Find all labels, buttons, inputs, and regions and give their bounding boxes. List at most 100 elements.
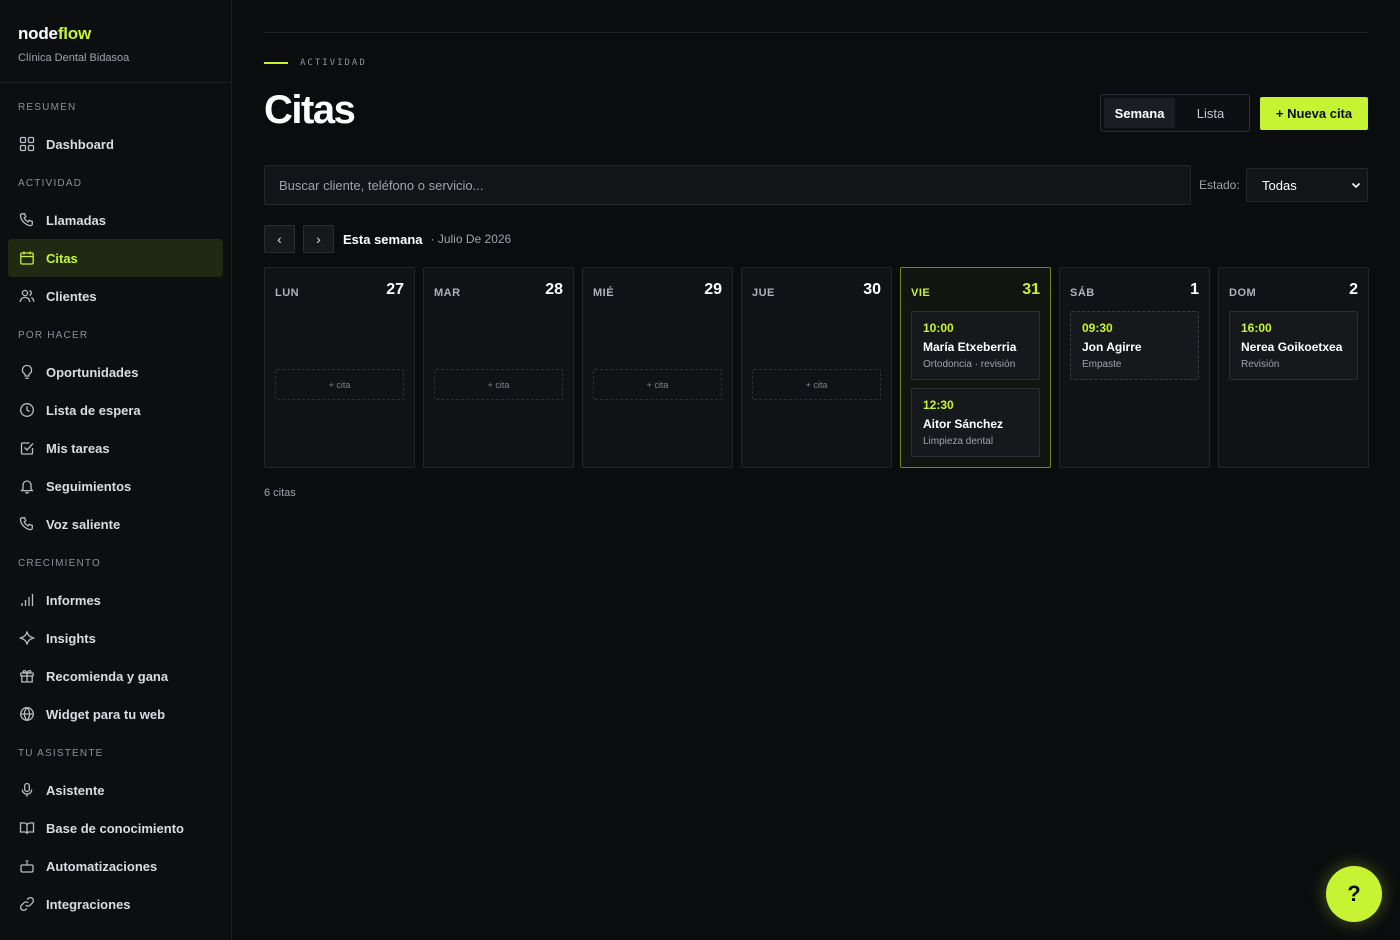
add-appointment-slot[interactable]: + cita <box>593 369 722 400</box>
day-column: SÁB 1 09:30 Jon Agirre Empaste <box>1059 267 1210 468</box>
week-label: Esta semana <box>343 231 423 247</box>
sidebar-item-label: Lista de espera <box>46 402 141 418</box>
add-appointment-slot[interactable]: + cita <box>434 369 563 400</box>
day-of-week: LUN <box>275 287 300 299</box>
gift-icon <box>18 667 36 685</box>
sidebar-item-informes[interactable]: Informes <box>8 581 223 619</box>
view-toggle: Semana Lista <box>1100 94 1250 132</box>
eyebrow: ACTIVIDAD <box>264 58 367 68</box>
sidebar-item-llamadas[interactable]: Llamadas <box>8 201 223 239</box>
sidebar-item-voz-saliente[interactable]: Voz saliente <box>8 505 223 543</box>
sidebar-item-asistente[interactable]: Asistente <box>8 771 223 809</box>
view-list-button[interactable]: Lista <box>1175 98 1246 128</box>
appointment-card[interactable]: 09:30 Jon Agirre Empaste <box>1070 311 1199 380</box>
nav-group: CRECIMIENTO Informes Insights Recomienda y … <box>0 557 231 733</box>
sidebar-item-label: Oportunidades <box>46 364 139 380</box>
appointment-client: Aitor Sánchez <box>923 417 1004 431</box>
brand-name-part2: flow <box>57 24 92 43</box>
sidebar-item-mis-tareas[interactable]: Mis tareas <box>8 429 223 467</box>
book-icon <box>18 819 36 837</box>
appointment-card[interactable]: 10:00 María Etxeberria Ortodoncia · revisi… <box>911 311 1040 380</box>
appointment-card[interactable]: 12:30 Aitor Sánchez Limpieza dental <box>911 388 1040 457</box>
day-number: 2 <box>1349 281 1358 298</box>
week-month: · Julio De 2026 <box>430 232 512 246</box>
eyebrow-text: ACTIVIDAD <box>300 58 367 68</box>
nav-group: ACTIVIDAD Llamadas Citas Clientes <box>0 177 231 315</box>
sidebar-item-label: Recomienda y gana <box>46 668 169 684</box>
day-column: MIÉ 29 + cita <box>582 267 733 468</box>
phone-icon <box>18 211 36 229</box>
sidebar-item-oportunidades[interactable]: Oportunidades <box>8 353 223 391</box>
appointment-time: 16:00 <box>1241 321 1272 335</box>
day-of-week: VIE <box>911 287 931 299</box>
nav-group: TU ASISTENTE Asistente Base de conocimient… <box>0 747 231 923</box>
link-icon <box>18 895 36 913</box>
search-input[interactable] <box>264 165 1191 205</box>
day-column: JUE 30 + cita <box>741 267 892 468</box>
nav-section-title: RESUMEN <box>18 102 77 113</box>
add-appointment-slot[interactable]: + cita <box>275 369 404 400</box>
view-week-button[interactable]: Semana <box>1104 98 1175 128</box>
brand-logo[interactable]: nodeflow <box>18 24 213 44</box>
prev-week-button[interactable]: ‹ <box>264 225 295 253</box>
add-appointment-slot[interactable]: + cita <box>752 369 881 400</box>
day-column: MAR 28 + cita <box>423 267 574 468</box>
help-button[interactable]: ? <box>1326 866 1382 922</box>
appointment-time: 09:30 <box>1082 321 1113 335</box>
day-number: 29 <box>704 281 722 298</box>
sidebar-item-label: Integraciones <box>46 896 131 912</box>
sidebar-item-insights[interactable]: Insights <box>8 619 223 657</box>
nav-section-title: ACTIVIDAD <box>18 178 83 189</box>
day-number: 30 <box>863 281 881 298</box>
estado-label: Estado: <box>1199 178 1240 192</box>
appointment-client: Jon Agirre <box>1082 340 1142 354</box>
sidebar-nav: RESUMEN Dashboard ACTIVIDAD Llamadas Citas Cl… <box>0 83 231 923</box>
day-number: 31 <box>1022 281 1040 298</box>
sidebar-item-widget-para-tu-web[interactable]: Widget para tu web <box>8 695 223 733</box>
sidebar-item-seguimientos[interactable]: Seguimientos <box>8 467 223 505</box>
appointment-time: 10:00 <box>923 321 954 335</box>
sparkle-icon <box>18 629 36 647</box>
day-column: DOM 2 16:00 Nerea Goikoetxea Revisión <box>1218 267 1369 468</box>
main-content: ACTIVIDAD Citas Semana Lista + Nueva cit… <box>264 0 1369 940</box>
sidebar-item-dashboard[interactable]: Dashboard <box>8 125 223 163</box>
sidebar-item-label: Clientes <box>46 288 97 304</box>
sidebar-item-label: Insights <box>46 630 96 646</box>
sidebar-item-label: Seguimientos <box>46 478 132 494</box>
next-week-button[interactable]: › <box>303 225 334 253</box>
day-of-week: MAR <box>434 287 461 299</box>
sidebar-item-lista-de-espera[interactable]: Lista de espera <box>8 391 223 429</box>
brand: nodeflow Clínica Dental Bidasoa <box>0 0 231 83</box>
sidebar-item-label: Llamadas <box>46 212 106 228</box>
appointment-service: Revisión <box>1241 359 1280 370</box>
appointment-card[interactable]: 16:00 Nerea Goikoetxea Revisión <box>1229 311 1358 380</box>
brand-name-part1: node <box>18 24 58 43</box>
phone-outgoing-icon <box>18 515 36 533</box>
appointment-client: Nerea Goikoetxea <box>1241 340 1343 354</box>
sidebar-item-label: Base de conocimiento <box>46 820 184 836</box>
nav-section-title: POR HACER <box>18 330 89 341</box>
sidebar-item-integraciones[interactable]: Integraciones <box>8 885 223 923</box>
sidebar-item-label: Automatizaciones <box>46 858 158 874</box>
estado-value: Todas <box>1262 177 1297 193</box>
day-number: 1 <box>1190 281 1199 298</box>
new-appointment-button[interactable]: + Nueva cita <box>1260 97 1368 130</box>
day-of-week: SÁB <box>1070 287 1095 299</box>
appointment-client: María Etxeberria <box>923 340 1017 354</box>
day-of-week: MIÉ <box>593 287 615 299</box>
sidebar-item-automatizaciones[interactable]: Automatizaciones <box>8 847 223 885</box>
estado-select[interactable]: Todas <box>1246 168 1368 202</box>
bot-icon <box>18 857 36 875</box>
clock-icon <box>18 401 36 419</box>
chevron-down-icon <box>1351 182 1361 189</box>
week-grid: LUN 27 + cita MAR 28 + cita MIÉ 29 + cita JUE 30 + … <box>264 267 1369 468</box>
bell-icon <box>18 477 36 495</box>
sidebar-item-label: Asistente <box>46 782 105 798</box>
sidebar-item-citas[interactable]: Citas <box>8 239 223 277</box>
microphone-icon <box>18 781 36 799</box>
sidebar-item-base-de-conocimiento[interactable]: Base de conocimiento <box>8 809 223 847</box>
sidebar-item-clientes[interactable]: Clientes <box>8 277 223 315</box>
page-title: Citas <box>264 88 356 132</box>
sidebar-item-recomienda-y-gana[interactable]: Recomienda y gana <box>8 657 223 695</box>
globe-icon <box>18 705 36 723</box>
